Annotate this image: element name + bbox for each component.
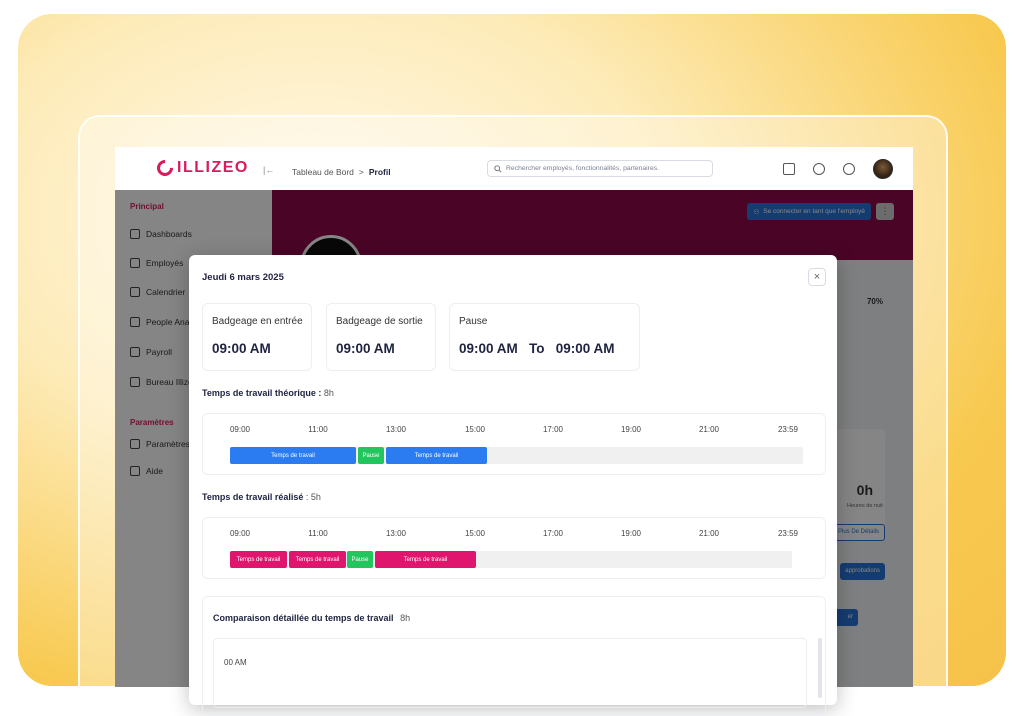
timeline-tick-label: 15:00 xyxy=(464,425,486,434)
modal-title-date: Jeudi 6 mars 2025 xyxy=(202,272,284,283)
notification-bell-icon[interactable] xyxy=(843,163,855,175)
timeline-tick-label: 21:00 xyxy=(698,425,720,434)
timeline-tick-label: 09:00 xyxy=(229,529,251,538)
logo-ring-icon xyxy=(153,156,177,180)
collapse-sidebar-icon[interactable]: |← xyxy=(263,165,275,177)
clock-in-card: Badgeage en entrée 09:00 AM xyxy=(202,303,312,371)
close-icon[interactable]: × xyxy=(808,268,826,286)
work-segment[interactable]: Temps de travail xyxy=(386,447,487,464)
timeline-tick-label: 09:00 xyxy=(229,425,251,434)
comparison-panel: Comparaison détaillée du temps de travai… xyxy=(202,596,826,716)
pause-card: Pause 09:00 AM To 09:00 AM xyxy=(449,303,640,371)
theoretical-total: 8h xyxy=(323,388,334,398)
timeline-tick-label: 23:59 xyxy=(777,425,799,434)
work-segment[interactable]: Temps de travail xyxy=(375,551,476,568)
comparison-title-text: Comparaison détaillée du temps de travai… xyxy=(213,613,394,623)
pause-segment[interactable]: Pause xyxy=(358,447,384,464)
timeline-ticks: 09:00 11:00 13:00 15:00 17:00 19:00 21:00 23:59 xyxy=(230,425,800,437)
search-placeholder: Rechercher employés, fonctionnalités, pa… xyxy=(506,165,660,172)
actual-total: : 5h xyxy=(305,492,321,502)
clock-out-card: Badgeage de sortie 09:00 AM xyxy=(326,303,436,371)
work-segment[interactable]: Temps de travail xyxy=(289,551,346,568)
brand-logo[interactable]: ILLIZEO xyxy=(153,156,249,180)
theoretical-title: Temps de travail théorique : 8h xyxy=(202,388,334,398)
user-avatar[interactable] xyxy=(873,159,893,179)
comparison-scrollbar[interactable] xyxy=(818,638,822,698)
breadcrumb-dashboard[interactable]: Tableau de Bord xyxy=(292,167,354,177)
top-bar: ILLIZEO |← Tableau de Bord > Profil Rech… xyxy=(115,147,913,190)
breadcrumb-profile: Profil xyxy=(368,167,391,177)
settings-gear-icon[interactable] xyxy=(813,163,825,175)
breadcrumb-separator: > xyxy=(358,167,364,177)
comparison-title: Comparaison détaillée du temps de travai… xyxy=(213,613,410,623)
timeline-tick-label: 19:00 xyxy=(620,425,642,434)
timeline-tick-label: 11:00 xyxy=(308,529,328,538)
comparison-table: 00 AM xyxy=(213,638,807,708)
comparison-row-label: 00 AM xyxy=(224,658,247,667)
work-segment[interactable]: Temps de travail xyxy=(230,551,287,568)
timeline-tick-label: 13:00 xyxy=(385,425,407,434)
timeline-tick-label: 11:00 xyxy=(308,425,328,434)
brand-name: ILLIZEO xyxy=(177,159,249,176)
timeline-tick-label: 21:00 xyxy=(698,529,720,538)
timeline-tick-label: 13:00 xyxy=(385,529,407,538)
timeline-ticks: 09:00 11:00 13:00 15:00 17:00 19:00 21:00 23:59 xyxy=(230,529,800,541)
timeline-tick-label: 17:00 xyxy=(542,425,564,434)
clock-in-label: Badgeage en entrée xyxy=(212,316,303,327)
work-segment[interactable]: Temps de travail xyxy=(230,447,356,464)
theoretical-title-text: Temps de travail théorique : xyxy=(202,388,322,398)
search-icon xyxy=(494,164,502,173)
timeline-tick-label: 19:00 xyxy=(620,529,642,538)
search-input[interactable]: Rechercher employés, fonctionnalités, pa… xyxy=(487,160,713,177)
top-icons xyxy=(783,159,893,179)
clock-out-value: 09:00 AM xyxy=(336,341,395,356)
timeline-tick-label: 17:00 xyxy=(542,529,564,538)
timeline-tick-label: 15:00 xyxy=(464,529,486,538)
apps-grid-icon[interactable] xyxy=(783,163,795,175)
pause-value: 09:00 AM To 09:00 AM xyxy=(459,341,615,356)
actual-title: Temps de travail réalisé : 5h xyxy=(202,492,321,502)
timeline-tick-label: 23:59 xyxy=(777,529,799,538)
actual-timeline: 09:00 11:00 13:00 15:00 17:00 19:00 21:00 23:59… xyxy=(202,517,826,579)
breadcrumb: Tableau de Bord > Profil xyxy=(292,167,391,177)
timeline-track: Temps de travail Temps de travail Pause Tem… xyxy=(230,551,792,568)
comparison-total: 8h xyxy=(400,613,411,623)
timesheet-modal: Jeudi 6 mars 2025 × Badgeage en entrée 0… xyxy=(189,255,837,716)
actual-title-text: Temps de travail réalisé xyxy=(202,492,304,502)
theoretical-timeline: 09:00 11:00 13:00 15:00 17:00 19:00 21:00 23:59… xyxy=(202,413,826,475)
clock-out-label: Badgeage de sortie xyxy=(336,316,423,327)
pause-segment[interactable]: Pause xyxy=(347,551,373,568)
pause-label: Pause xyxy=(459,316,488,327)
clock-in-value: 09:00 AM xyxy=(212,341,271,356)
timeline-track: Temps de travail Pause Temps de travail xyxy=(230,447,803,464)
